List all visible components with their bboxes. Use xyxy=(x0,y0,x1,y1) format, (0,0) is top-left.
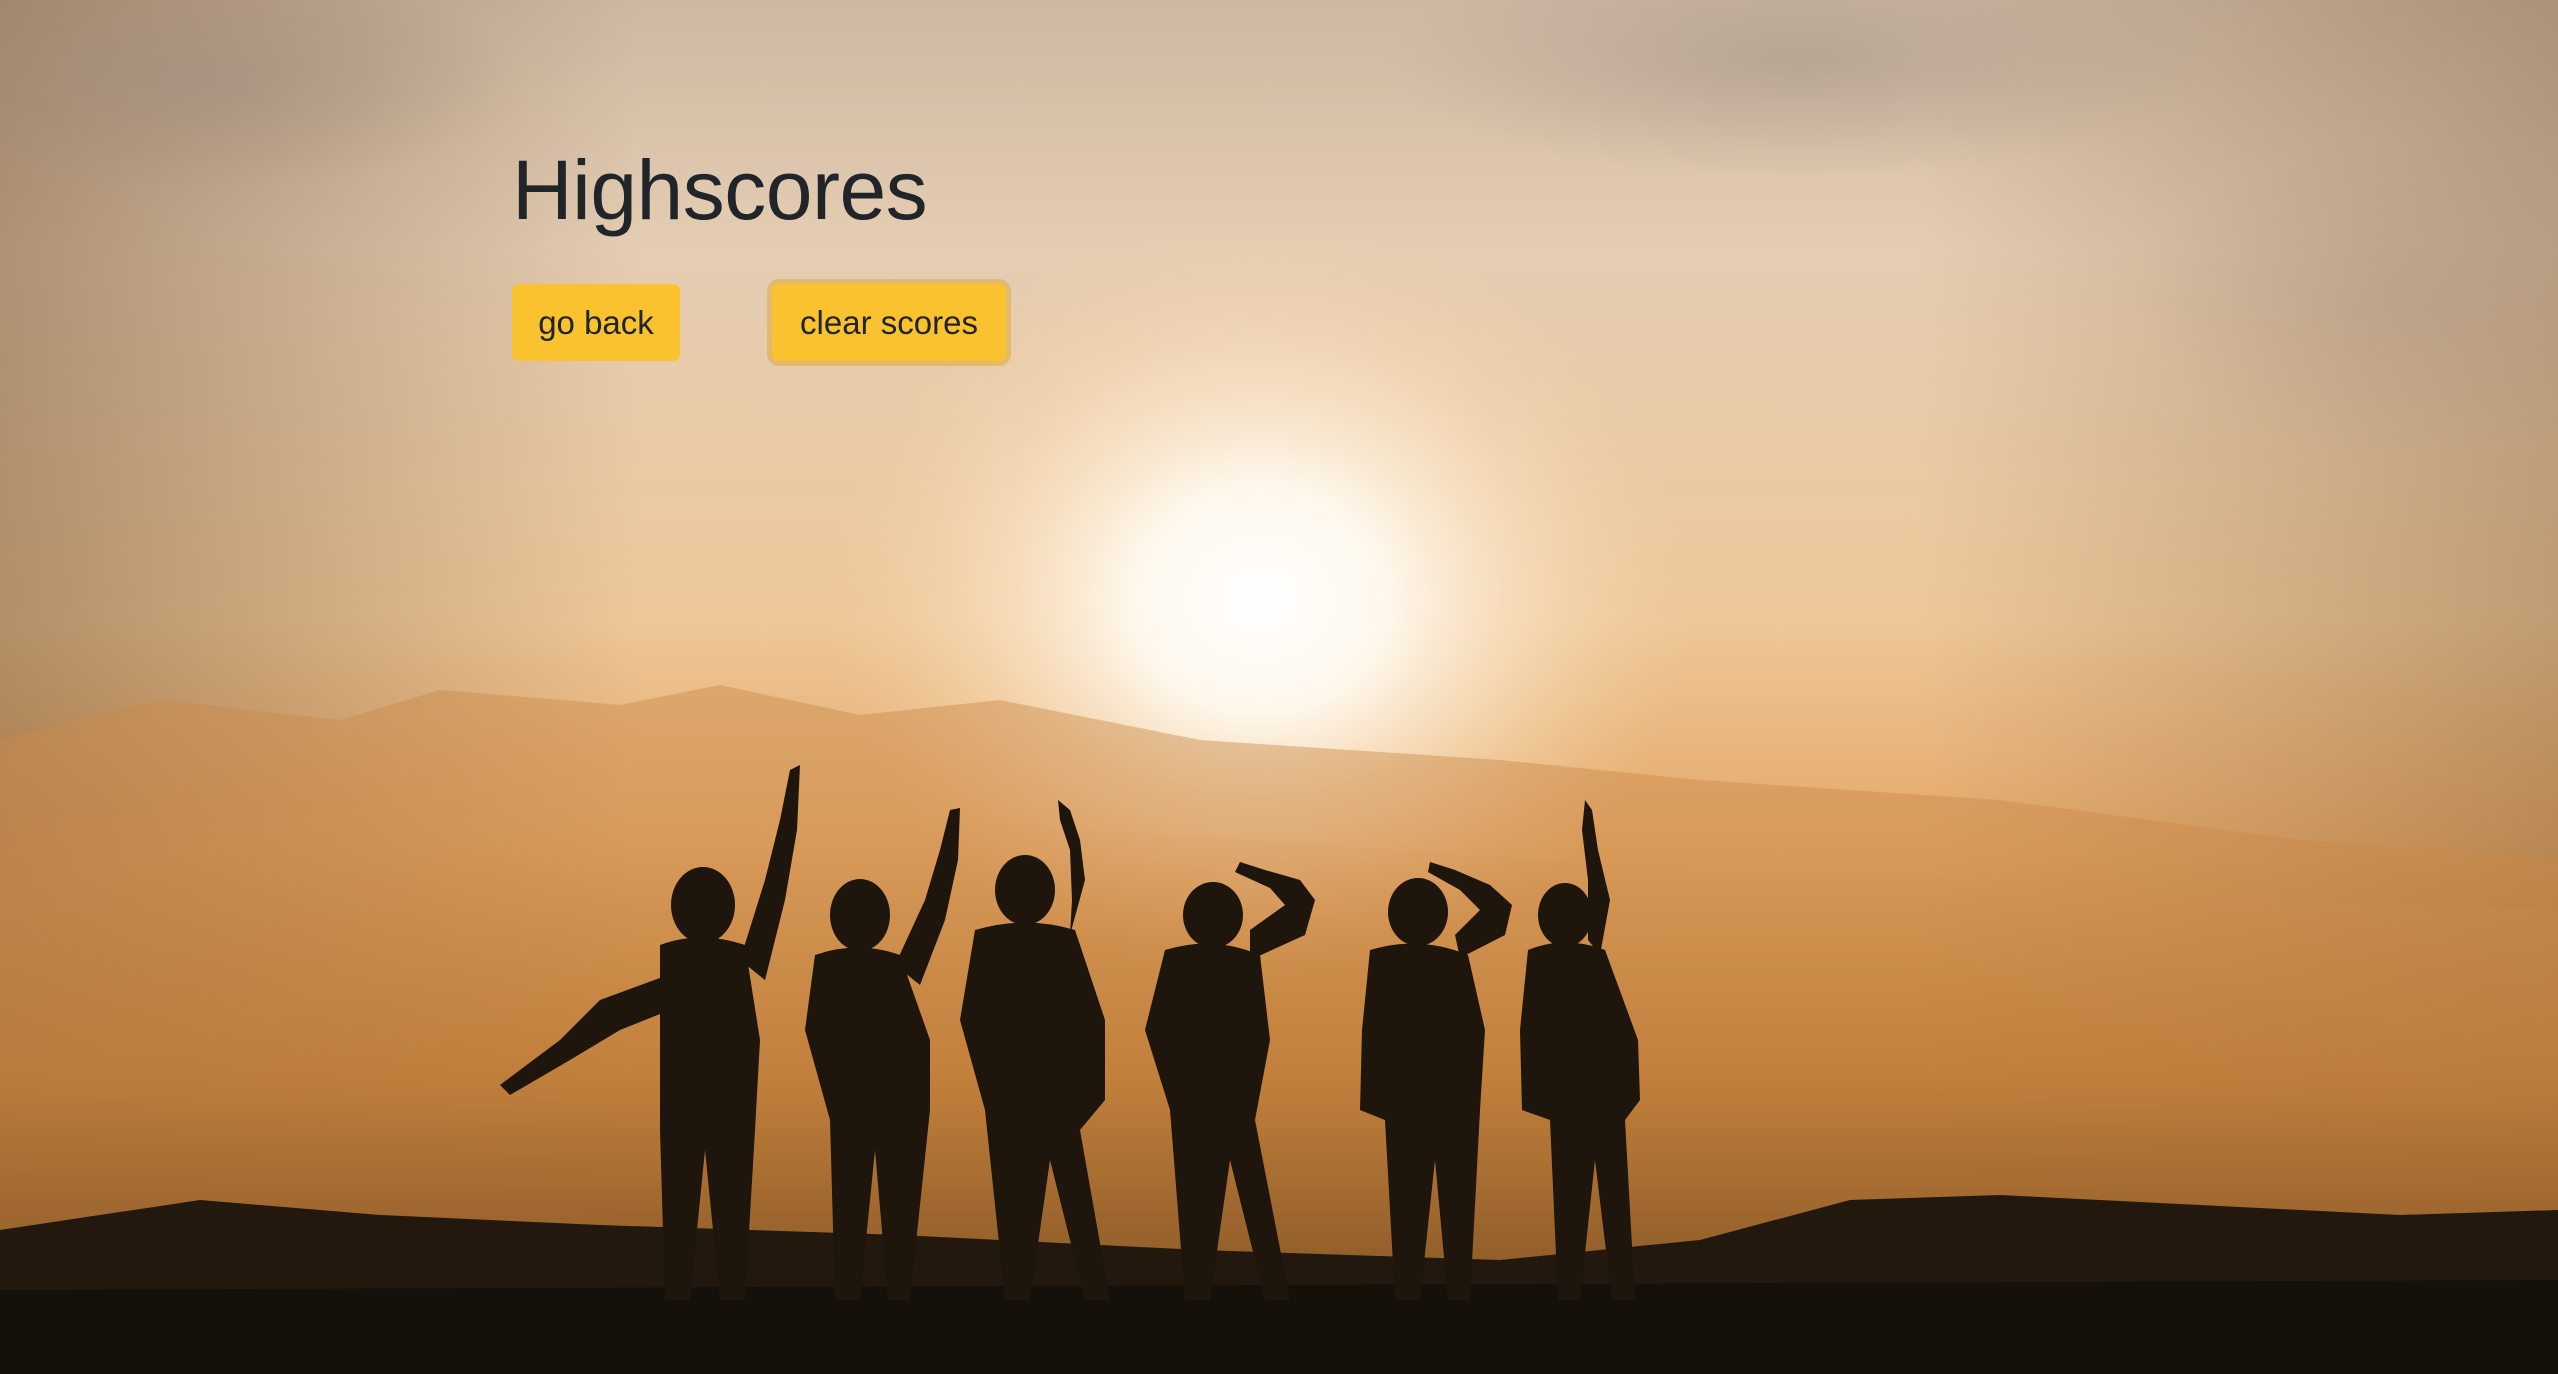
go-back-button[interactable]: go back xyxy=(512,284,680,361)
action-buttons: go back clear scores xyxy=(512,284,1112,374)
highscores-panel: Highscores go back clear scores xyxy=(512,140,1006,361)
page-title: Highscores xyxy=(512,143,928,237)
clear-scores-button[interactable]: clear scores xyxy=(772,284,1006,361)
background-photo xyxy=(0,0,2558,1374)
